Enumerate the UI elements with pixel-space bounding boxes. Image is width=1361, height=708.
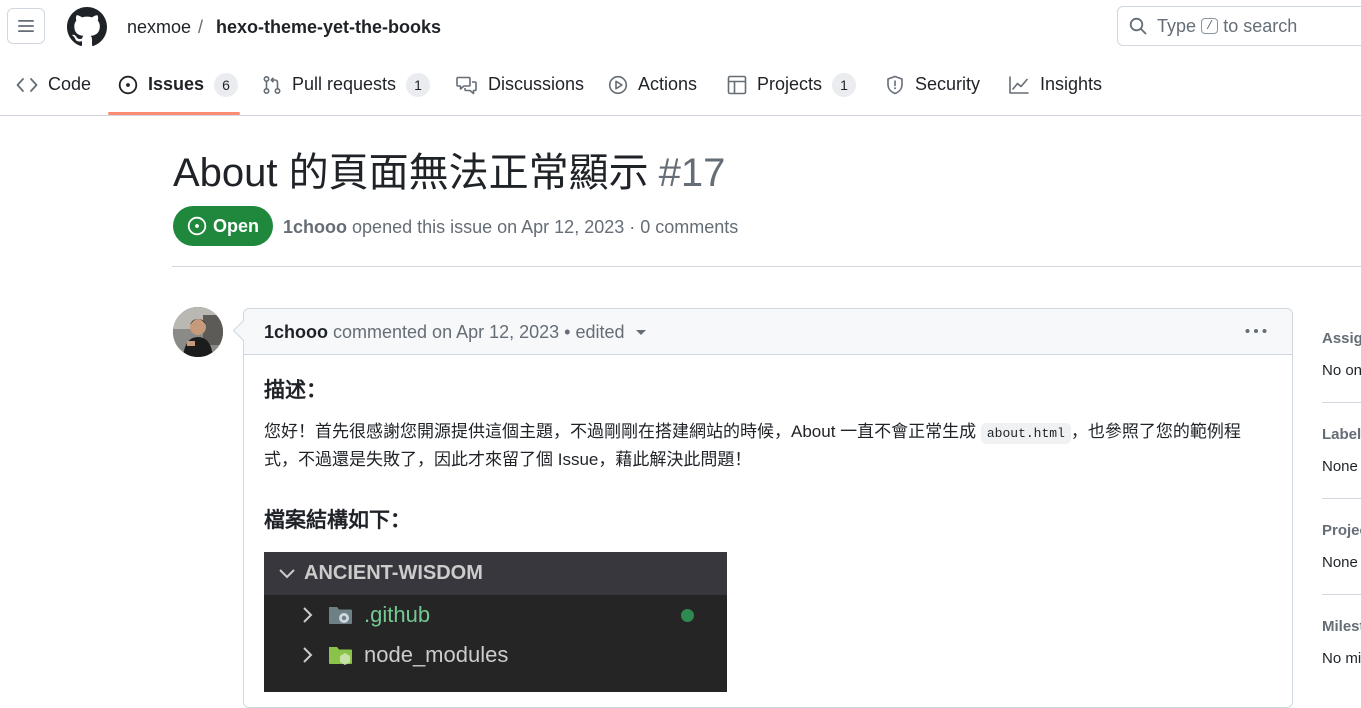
issues-count-badge: 6 — [214, 72, 239, 97]
repo-navigation: Code Issues 6 Pull requests 1 Discussion… — [0, 54, 1361, 116]
edit-history-caret-icon[interactable] — [635, 328, 647, 336]
issue-meta: 1chooo opened this issue on Apr 12, 2023… — [283, 216, 738, 238]
inline-code: about.html — [980, 423, 1071, 444]
issue-opened-icon — [118, 75, 138, 95]
sidebar-divider — [1322, 402, 1361, 403]
explorer-root-label: ANCIENT-WISDOM — [304, 562, 483, 584]
breadcrumb-owner-link[interactable]: nexmoe — [127, 16, 191, 38]
sidebar-section-title: Milestone — [1322, 618, 1361, 635]
sidebar-section-title: Projects — [1322, 522, 1361, 539]
shield-icon — [885, 75, 905, 95]
paragraph-text-1: 您好！首先很感謝您開源提供這個主題，不過剛剛在搭建網站的時候，About 一直不… — [264, 422, 981, 441]
comment: 1chooo commented on Apr 12, 2023 • edite… — [243, 308, 1293, 708]
open-menu-button[interactable] — [7, 8, 45, 44]
comment-header: 1chooo commented on Apr 12, 2023 • edite… — [244, 309, 1292, 355]
tab-projects[interactable]: Projects 1 — [727, 54, 857, 115]
tab-projects-label: Projects — [757, 74, 823, 94]
global-header: nexmoe / hexo-theme-yet-the-books Type /… — [0, 0, 1361, 54]
chevron-down-icon — [278, 568, 296, 580]
issue-author-link[interactable]: 1chooo — [283, 217, 347, 237]
node-folder-icon — [328, 644, 354, 666]
issue-meta-text: opened this issue on Apr 12, 2023 · 0 co… — [352, 217, 739, 237]
explorer-item-label: .github — [364, 602, 431, 627]
tab-insights-label: Insights — [1040, 74, 1103, 94]
kebab-horizontal-icon[interactable] — [1244, 321, 1268, 341]
explorer-item-github: .github — [264, 595, 727, 635]
hamburger-icon — [17, 18, 35, 34]
comment-meta: 1chooo commented on Apr 12, 2023 • edite… — [264, 321, 647, 343]
description-heading: 描述： — [264, 379, 327, 402]
tab-security[interactable]: Security — [885, 54, 980, 115]
tab-issues[interactable]: Issues 6 — [118, 54, 239, 115]
avatar[interactable] — [173, 307, 223, 357]
projects-count-badge: 1 — [832, 72, 857, 97]
sidebar-divider — [1322, 594, 1361, 595]
description-paragraph: 您好！首先很感謝您開源提供這個主題，不過剛剛在搭建網站的時候，About 一直不… — [264, 419, 1274, 473]
tab-pull-requests[interactable]: Pull requests 1 — [262, 54, 431, 115]
tab-code[interactable]: Code — [16, 54, 91, 115]
comment-discussion-icon — [456, 75, 478, 95]
issue-title-text: About 的頁面無法正常顯示 — [173, 151, 649, 195]
code-icon — [16, 76, 38, 94]
pull-requests-count-badge: 1 — [406, 72, 431, 97]
github-folder-icon — [328, 604, 354, 626]
tab-insights[interactable]: Insights — [1008, 54, 1102, 115]
sidebar-divider — [1322, 498, 1361, 499]
selected-tab-indicator — [108, 112, 240, 115]
git-status-dot — [681, 609, 694, 622]
sidebar-section-value: No one assigned — [1322, 362, 1361, 379]
tab-code-label: Code — [48, 74, 92, 94]
explorer-root-row: ANCIENT-WISDOM — [264, 552, 727, 595]
tab-security-label: Security — [915, 74, 981, 94]
search-shortcut-key: / — [1201, 18, 1219, 34]
comment-meta-text: commented on Apr 12, 2023 • edited — [333, 322, 625, 342]
sidebar-section-title: Assignees — [1322, 330, 1361, 347]
search-placeholder-prefix: Type — [1157, 15, 1197, 36]
tab-discussions[interactable]: Discussions — [456, 54, 584, 115]
sidebar-section-value: None yet — [1322, 458, 1361, 475]
github-logo-icon[interactable] — [67, 7, 107, 47]
issue-state-label: Open — [212, 215, 259, 236]
comment-author-link[interactable]: 1chooo — [264, 321, 328, 343]
search-input[interactable]: Type / to search — [1117, 6, 1361, 46]
search-placeholder-suffix: to search — [1223, 15, 1298, 36]
tab-pull-requests-label: Pull requests — [292, 74, 397, 94]
file-structure-heading: 檔案結構如下： — [264, 509, 411, 532]
chevron-right-icon — [302, 606, 314, 624]
tab-actions[interactable]: Actions — [608, 54, 697, 115]
table-icon — [727, 75, 747, 95]
issue-sidebar: Assignees No one assigned Labels None ye… — [1313, 300, 1361, 667]
tab-discussions-label: Discussions — [488, 74, 585, 94]
git-pull-request-icon — [262, 75, 282, 95]
issue-state-badge: Open — [173, 206, 273, 246]
sidebar-section-value: No milestone — [1322, 650, 1361, 667]
graph-icon — [1008, 75, 1030, 95]
search-icon — [1129, 17, 1147, 35]
breadcrumb-separator: / — [198, 17, 204, 37]
sidebar-section-value: None yet — [1322, 554, 1361, 571]
tab-actions-label: Actions — [638, 74, 698, 94]
comment-body: 描述： 您好！首先很感謝您開源提供這個主題，不過剛剛在搭建網站的時候，About… — [264, 377, 1274, 692]
issue-title: About 的頁面無法正常顯示 #17 — [173, 148, 725, 198]
chevron-right-icon — [302, 646, 314, 664]
explorer-item-node-modules: node_modules — [264, 635, 727, 675]
explorer-item-label: node_modules — [364, 642, 509, 667]
file-explorer-screenshot: ANCIENT-WISDOM .github node_modules — [264, 552, 727, 692]
issue-opened-icon — [187, 216, 207, 236]
tab-issues-label: Issues — [148, 74, 205, 94]
header-divider — [172, 266, 1361, 267]
sidebar-section-title: Labels — [1322, 426, 1361, 443]
issue-number: #17 — [658, 151, 726, 195]
play-icon — [608, 75, 628, 95]
breadcrumb-repo-link[interactable]: hexo-theme-yet-the-books — [216, 16, 441, 38]
